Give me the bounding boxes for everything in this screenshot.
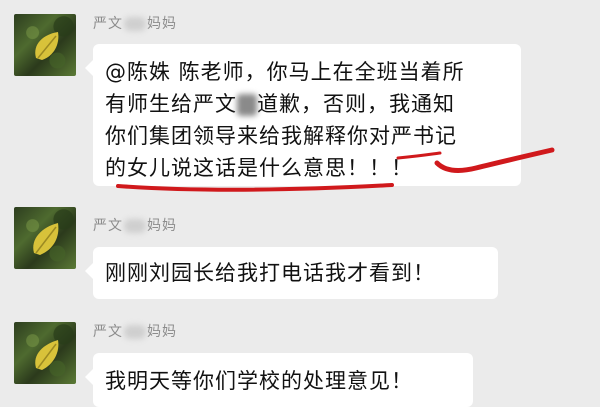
message-line: 的女儿说这话是什么意思！！！ (105, 156, 413, 180)
redacted-mask (237, 94, 257, 116)
message-line: @陈姝 陈老师，你马上在全班当着所 (105, 60, 465, 84)
sender-name: 严文 妈妈 (93, 16, 177, 32)
redacted-mask (124, 17, 146, 31)
message-text: 刚刚刘园长给我打电话我才看到！ (105, 261, 435, 285)
message-line: 你们集团领导来给我解释你对严书记 (105, 124, 457, 148)
message-bubble[interactable]: 刚刚刘园长给我打电话我才看到！ (85, 247, 498, 299)
redacted-mask (124, 219, 146, 233)
leaf-icon (35, 340, 59, 370)
sender-name: 严文 妈妈 (93, 324, 177, 340)
redacted-mask (124, 325, 146, 339)
avatar[interactable] (14, 207, 76, 269)
avatar[interactable] (14, 14, 76, 76)
message-line: 有师生给严文 道歉，否则，我通知 (105, 92, 455, 116)
message-bubble[interactable]: 我明天等你们学校的处理意见！ (85, 353, 473, 407)
message-text: 我明天等你们学校的处理意见！ (105, 369, 413, 393)
avatar[interactable] (14, 322, 76, 384)
leaf-icon (35, 32, 59, 60)
message-bubble[interactable]: @陈姝 陈老师，你马上在全班当着所 有师生给严文 道歉，否则，我通知 你们集团领导… (85, 44, 521, 186)
leaf-icon (33, 223, 59, 255)
sender-name: 严文 妈妈 (93, 218, 177, 234)
